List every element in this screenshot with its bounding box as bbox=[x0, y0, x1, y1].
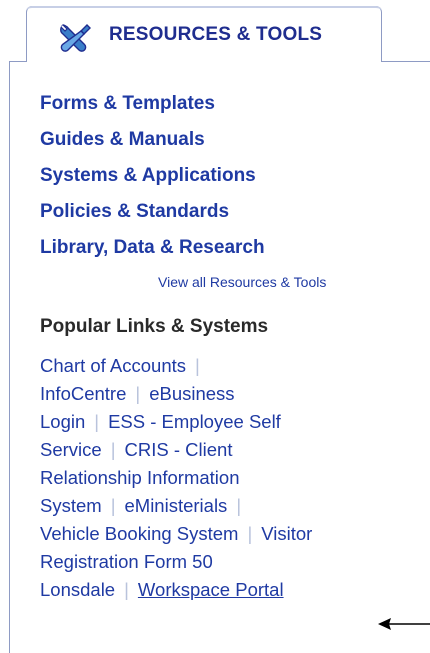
separator: | bbox=[135, 383, 141, 404]
popular-line: Lonsdale | Workspace Portal bbox=[40, 578, 312, 606]
separator: | bbox=[110, 439, 116, 460]
link-visitor-part2[interactable]: Registration Form 50 bbox=[40, 551, 213, 572]
separator: | bbox=[124, 579, 129, 600]
link-policies-standards[interactable]: Policies & Standards bbox=[40, 200, 265, 236]
resources-link-list: Forms & Templates Guides & Manuals Syste… bbox=[40, 92, 265, 272]
link-chart-of-accounts[interactable]: Chart of Accounts bbox=[40, 355, 186, 376]
link-ebusiness-login-part2[interactable]: Login bbox=[40, 411, 85, 432]
tab-gap bbox=[27, 60, 381, 63]
link-eministerials[interactable]: eMinisterials bbox=[125, 495, 228, 516]
popular-links-heading: Popular Links & Systems bbox=[40, 316, 269, 337]
popular-line: Registration Form 50 bbox=[40, 550, 312, 578]
link-cris-part2[interactable]: Relationship Information bbox=[40, 467, 240, 488]
view-all-resources-link[interactable]: View all Resources & Tools bbox=[158, 274, 326, 290]
link-lonsdale[interactable]: Lonsdale bbox=[40, 579, 115, 600]
popular-line: InfoCentre | eBusiness bbox=[40, 382, 312, 410]
link-ess-part2[interactable]: Service bbox=[40, 439, 102, 460]
link-forms-templates[interactable]: Forms & Templates bbox=[40, 92, 265, 128]
link-cris-part1[interactable]: CRIS - Client bbox=[125, 439, 233, 460]
popular-links-list: Chart of Accounts | InfoCentre | eBusiness … bbox=[40, 354, 312, 606]
link-workspace-portal[interactable]: Workspace Portal bbox=[138, 579, 284, 600]
separator: | bbox=[247, 523, 253, 544]
link-visitor-part1[interactable]: Visitor bbox=[261, 523, 312, 544]
separator: | bbox=[110, 495, 116, 516]
link-vehicle-booking[interactable]: Vehicle Booking System bbox=[40, 523, 238, 544]
tab-title: RESOURCES & TOOLS bbox=[109, 24, 323, 45]
popular-line: Service | CRIS - Client bbox=[40, 438, 312, 466]
popular-line: Login | ESS - Employee Self bbox=[40, 410, 312, 438]
link-systems-applications[interactable]: Systems & Applications bbox=[40, 164, 265, 200]
link-ess-part1[interactable]: ESS - Employee Self bbox=[108, 411, 281, 432]
popular-line: System | eMinisterials | bbox=[40, 494, 312, 522]
popular-line: Vehicle Booking System | Visitor bbox=[40, 522, 312, 550]
tab-resources-tools[interactable]: RESOURCES & TOOLS bbox=[26, 6, 382, 62]
resources-tools-panel: RESOURCES & TOOLS Forms & Templates Guid… bbox=[0, 0, 430, 653]
separator: | bbox=[94, 411, 100, 432]
arrow-left-icon bbox=[378, 618, 430, 630]
link-cris-part3[interactable]: System bbox=[40, 495, 102, 516]
link-infocentre[interactable]: InfoCentre bbox=[40, 383, 126, 404]
tools-icon bbox=[60, 24, 91, 52]
separator: | bbox=[195, 355, 200, 376]
link-ebusiness-login-part1[interactable]: eBusiness bbox=[149, 383, 234, 404]
popular-line: Chart of Accounts | bbox=[40, 354, 312, 382]
link-library-data-research[interactable]: Library, Data & Research bbox=[40, 236, 265, 272]
separator: | bbox=[236, 495, 242, 516]
popular-line: Relationship Information bbox=[40, 466, 312, 494]
link-guides-manuals[interactable]: Guides & Manuals bbox=[40, 128, 265, 164]
